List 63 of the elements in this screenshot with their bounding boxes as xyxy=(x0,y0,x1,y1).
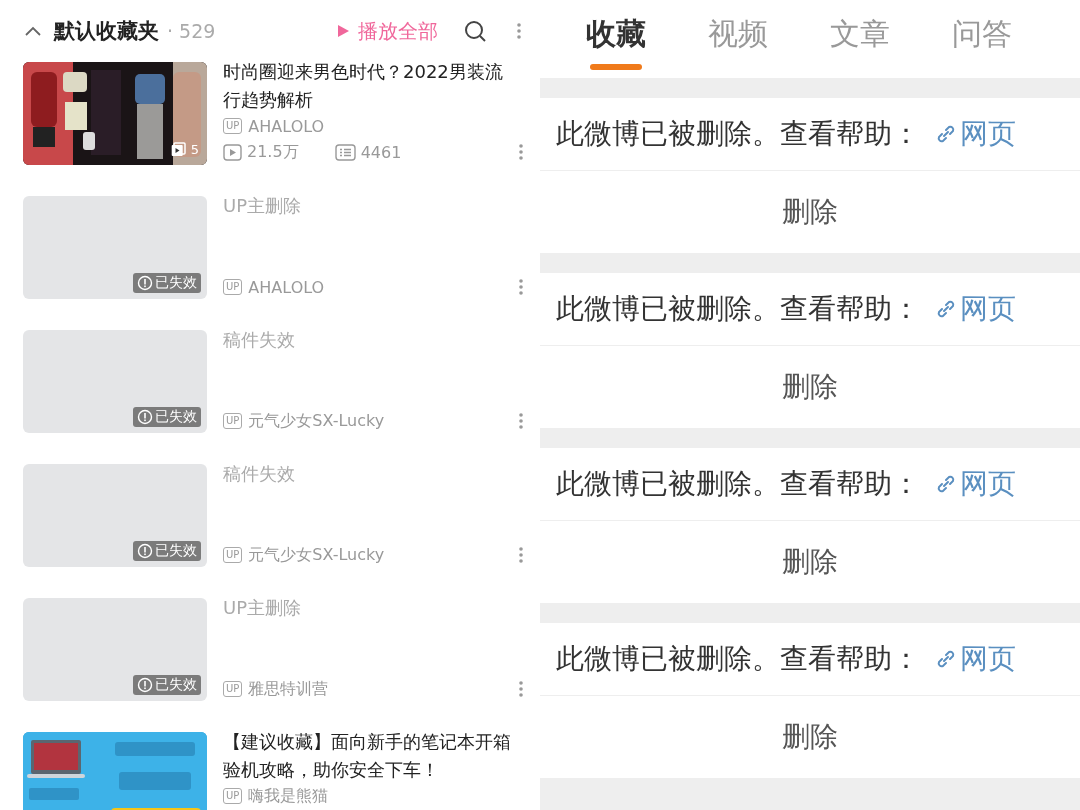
video-title[interactable]: UP主删除 xyxy=(223,192,515,220)
more-icon[interactable] xyxy=(518,143,524,161)
playlist-icon xyxy=(170,142,186,157)
comment-count: 4461 xyxy=(360,142,402,162)
search-icon[interactable] xyxy=(464,20,486,42)
view-count: 21.5万 xyxy=(247,141,299,163)
delete-button[interactable]: 删除 xyxy=(770,362,850,412)
video-title[interactable]: 稿件失效 xyxy=(223,460,515,488)
tab[interactable]: 视频 xyxy=(708,0,768,78)
video-title[interactable]: 稿件失效 xyxy=(223,326,515,354)
episode-count: 5 xyxy=(190,142,199,157)
thumbnail-placeholder[interactable]: 已失效 xyxy=(23,464,207,567)
thumbnail-placeholder[interactable]: 已失效 xyxy=(23,196,207,299)
more-icon[interactable] xyxy=(518,412,524,430)
more-icon[interactable] xyxy=(518,546,524,564)
warning-icon xyxy=(137,275,153,291)
video-title[interactable]: 【建议收藏】面向新手的笔记本开箱验机攻略，助你安全下车！ xyxy=(223,728,515,784)
up-badge: UP xyxy=(223,788,243,804)
deleted-notice: 此微博已被删除。查看帮助： xyxy=(556,641,920,677)
delete-button[interactable]: 删除 xyxy=(770,537,850,587)
uploader-name[interactable]: 嗨我是熊猫 xyxy=(248,785,329,807)
deleted-notice: 此微博已被删除。查看帮助： xyxy=(556,291,920,327)
danmaku-icon xyxy=(334,143,356,161)
web-link[interactable]: 网页 xyxy=(934,115,1016,153)
delete-button[interactable]: 删除 xyxy=(770,187,850,237)
deleted-notice: 此微博已被删除。查看帮助： xyxy=(556,466,920,502)
uploader-name[interactable]: AHALOLO xyxy=(248,277,325,297)
delete-button[interactable]: 删除 xyxy=(770,712,850,762)
warning-icon xyxy=(137,677,153,693)
expired-badge: 已失效 xyxy=(133,273,201,293)
up-badge: UP xyxy=(223,279,243,295)
thumbnail-placeholder[interactable]: 已失效 xyxy=(23,598,207,701)
video-title[interactable]: 时尚圈迎来男色时代？2022男装流行趋势解析 xyxy=(223,58,515,114)
up-badge: UP xyxy=(223,547,243,563)
more-icon[interactable] xyxy=(518,680,524,698)
tab[interactable]: 收藏 xyxy=(586,0,646,78)
up-badge: UP xyxy=(223,118,243,134)
play-all-button[interactable]: 播放全部 xyxy=(337,17,438,45)
uploader-name[interactable]: AHALOLO xyxy=(248,116,325,136)
deleted-notice: 此微博已被删除。查看帮助： xyxy=(556,116,920,152)
web-link[interactable]: 网页 xyxy=(934,465,1016,503)
tab[interactable]: 问答 xyxy=(952,0,1012,78)
more-icon[interactable] xyxy=(518,278,524,296)
up-badge: UP xyxy=(223,413,243,429)
folder-title: 默认收藏夹 xyxy=(54,18,159,45)
thumbnail-placeholder[interactable]: 已失效 xyxy=(23,330,207,433)
warning-icon xyxy=(137,543,153,559)
expired-badge: 已失效 xyxy=(133,541,201,561)
uploader-name[interactable]: 雅思特训营 xyxy=(248,678,329,700)
play-icon xyxy=(337,24,350,38)
uploader-name[interactable]: 元气少女SX-Lucky xyxy=(248,410,385,432)
web-link[interactable]: 网页 xyxy=(934,290,1016,328)
expired-badge: 已失效 xyxy=(133,675,201,695)
item-count: · 529 xyxy=(167,20,216,42)
web-link[interactable]: 网页 xyxy=(934,640,1016,678)
up-badge: UP xyxy=(223,681,243,697)
uploader-name[interactable]: 元气少女SX-Lucky xyxy=(248,544,385,566)
tab[interactable]: 文章 xyxy=(830,0,890,78)
play-count-icon xyxy=(223,143,242,161)
video-title[interactable]: UP主删除 xyxy=(223,594,515,622)
more-icon[interactable] xyxy=(516,22,522,40)
warning-icon xyxy=(137,409,153,425)
expired-badge: 已失效 xyxy=(133,407,201,427)
